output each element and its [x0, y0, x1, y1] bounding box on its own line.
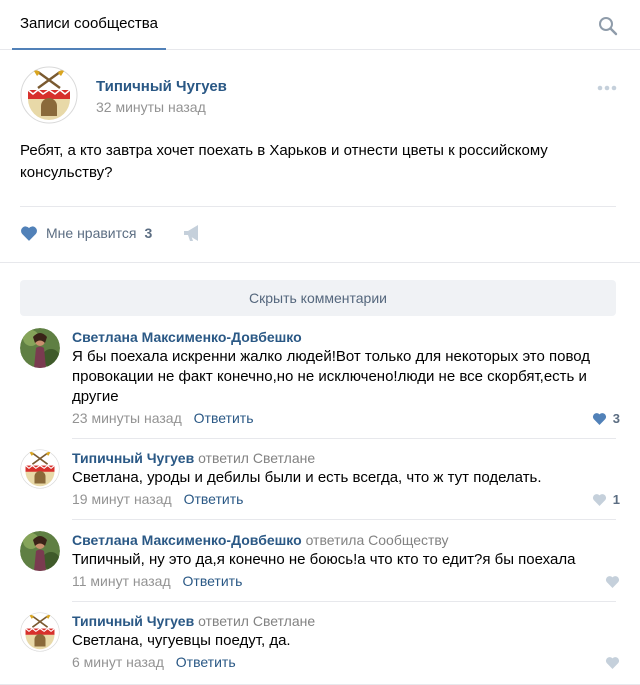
commenter-avatar[interactable]	[20, 328, 60, 368]
header: Записи сообщества	[0, 0, 640, 50]
commenter-avatar[interactable]	[20, 531, 60, 571]
search-icon[interactable]	[598, 16, 618, 36]
comment-timestamp[interactable]: 23 минуты назад	[72, 410, 182, 426]
comment-timestamp[interactable]: 11 минут назад	[72, 573, 171, 589]
comment-author-link[interactable]: Типичный Чугуев	[72, 613, 194, 629]
comment: Типичный Чугуев ответил Светлане Светлан…	[20, 449, 620, 511]
like-button[interactable]: Мне нравится 3	[20, 220, 152, 246]
comment-like-count: 1	[612, 491, 620, 507]
post-header: Типичный Чугуев 32 минуты назад	[20, 66, 620, 130]
post-timestamp[interactable]: 32 минуты назад	[96, 99, 206, 115]
comment-text: Светлана, уроды и дебилы были и есть все…	[72, 469, 542, 486]
reply-to-label[interactable]: ответил Светлане	[198, 450, 315, 466]
comment-like-button[interactable]	[605, 572, 620, 590]
comment-author-link[interactable]: Типичный Чугуев	[72, 450, 194, 466]
comment-text: Типичный, ну это да,я конечно не боюсь!а…	[72, 551, 576, 568]
hide-comments-button[interactable]: Скрыть комментарии	[20, 280, 616, 316]
megaphone-icon[interactable]	[182, 223, 204, 243]
heart-icon	[592, 412, 607, 425]
reply-link[interactable]: Ответить	[184, 491, 244, 507]
comment-text: Я бы поехала искренни жалко людей!Вот то…	[72, 348, 591, 405]
post-author-link[interactable]: Типичный Чугуев	[96, 78, 227, 95]
comment-like-count: 3	[612, 410, 620, 426]
reply-link[interactable]: Ответить	[183, 573, 243, 589]
divider	[0, 262, 640, 263]
comment-timestamp[interactable]: 19 минут назад	[72, 491, 172, 507]
heart-icon	[20, 225, 38, 241]
comment: Светлана Максименко-Довбешко ответила Со…	[20, 531, 620, 593]
comment: Светлана Максименко-Довбешко Я бы поехал…	[20, 328, 620, 428]
tab-community-posts[interactable]: Записи сообщества	[12, 0, 166, 50]
comment-author-link[interactable]: Светлана Максименко-Довбешко	[72, 329, 302, 345]
post-text: Ребят, а кто завтра хочет поехать в Харь…	[20, 142, 548, 181]
reply-link[interactable]: Ответить	[176, 654, 236, 670]
heart-icon	[605, 575, 620, 588]
divider	[72, 519, 616, 520]
like-label: Мне нравится	[46, 225, 137, 241]
reply-to-label[interactable]: ответил Светлане	[198, 613, 315, 629]
comment-timestamp[interactable]: 6 минут назад	[72, 654, 164, 670]
divider	[20, 206, 616, 207]
like-count: 3	[144, 225, 153, 241]
comment-like-button[interactable]	[605, 653, 620, 671]
comment-like-button[interactable]: 3	[592, 409, 620, 427]
community-avatar[interactable]	[20, 66, 78, 124]
divider	[72, 601, 616, 602]
more-dots-icon[interactable]	[596, 84, 618, 92]
commenter-avatar[interactable]	[20, 612, 60, 652]
commenter-avatar[interactable]	[20, 449, 60, 489]
heart-icon	[592, 493, 607, 506]
reply-to-label[interactable]: ответила Сообществу	[306, 532, 449, 548]
comment-author-link[interactable]: Светлана Максименко-Довбешко	[72, 532, 302, 548]
comment: Типичный Чугуев ответил Светлане Светлан…	[20, 612, 620, 674]
reply-link[interactable]: Ответить	[194, 410, 254, 426]
comment-like-button[interactable]: 1	[592, 490, 620, 508]
heart-icon	[605, 656, 620, 669]
comment-text: Светлана, чугуевцы поедут, да.	[72, 632, 291, 649]
divider	[72, 438, 616, 439]
